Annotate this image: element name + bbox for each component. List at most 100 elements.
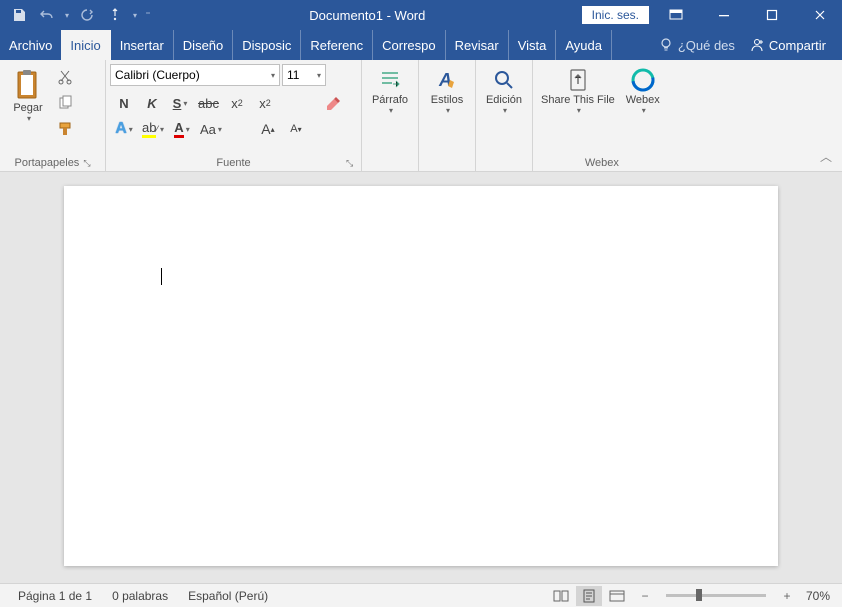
zoom-in-icon[interactable]: + (774, 586, 800, 606)
touch-dropdown-icon[interactable]: ▾ (130, 2, 140, 28)
chevron-down-icon: ▾ (642, 106, 646, 115)
tab-ayuda[interactable]: Ayuda (556, 30, 612, 60)
tab-referencias[interactable]: Referenc (301, 30, 373, 60)
editing-label: Edición (486, 94, 522, 106)
tab-disposicion[interactable]: Disposic (233, 30, 301, 60)
read-mode-icon[interactable] (548, 586, 574, 606)
chevron-down-icon: ▾ (389, 106, 393, 115)
tab-diseno[interactable]: Diseño (174, 30, 233, 60)
ribbon: Pegar ▾ Portapapeles ⤡ (0, 60, 842, 172)
copy-icon[interactable] (54, 92, 76, 114)
ribbon-display-icon[interactable] (654, 0, 698, 30)
italic-button[interactable]: K (138, 90, 166, 116)
chevron-down-icon: ▾ (27, 114, 31, 123)
clipboard-launcher-icon[interactable]: ⤡ (83, 158, 90, 169)
title-bar: ▾ ▾ ⁼ Documento1 - Word Inic. ses. (0, 0, 842, 30)
styles-button[interactable]: A Estilos ▾ (423, 64, 471, 117)
font-launcher-icon[interactable]: ⤡ (346, 158, 353, 169)
paste-label: Pegar (13, 102, 42, 114)
share-file-label: Share This File (541, 94, 615, 106)
tab-inicio[interactable]: Inicio (61, 30, 110, 60)
close-icon[interactable] (798, 0, 842, 30)
paragraph-button[interactable]: Párrafo ▾ (366, 64, 414, 117)
styles-icon: A (433, 66, 461, 94)
upload-file-icon (564, 66, 592, 94)
font-name-value: Calibri (Cuerpo) (115, 68, 200, 82)
chevron-down-icon: ▾ (317, 71, 321, 80)
text-effects-button[interactable]: A▾ (110, 116, 138, 142)
zoom-out-icon[interactable]: − (632, 586, 658, 606)
print-layout-icon[interactable] (576, 586, 602, 606)
redo-icon[interactable] (74, 2, 100, 28)
group-font: Calibri (Cuerpo) ▾ 11 ▾ N K S▾ abc x2 x2 (106, 60, 362, 171)
undo-icon[interactable] (34, 2, 60, 28)
language-status[interactable]: Español (Perú) (178, 589, 278, 603)
webex-button[interactable]: Webex ▾ (619, 64, 667, 117)
signin-button[interactable]: Inic. ses. (581, 5, 650, 25)
webex-icon (629, 66, 657, 94)
group-paragraph: Párrafo ▾ (362, 60, 419, 171)
document-area (0, 172, 842, 583)
tell-me-placeholder: ¿Qué des (678, 38, 735, 53)
quick-access-toolbar: ▾ ▾ ⁼ (0, 2, 154, 28)
document-page[interactable] (64, 186, 778, 566)
clipboard-label: Portapapeles ⤡ (4, 155, 101, 171)
font-size-value: 11 (287, 68, 299, 82)
page-status[interactable]: Página 1 de 1 (8, 589, 102, 603)
group-webex: Share This File ▾ Webex ▾ Webex (533, 60, 671, 171)
paste-button[interactable]: Pegar ▾ (4, 64, 52, 125)
word-count[interactable]: 0 palabras (102, 589, 178, 603)
tab-revisar[interactable]: Revisar (446, 30, 509, 60)
save-icon[interactable] (6, 2, 32, 28)
editing-button[interactable]: Edición ▾ (480, 64, 528, 117)
chevron-down-icon: ▾ (577, 106, 581, 115)
text-cursor (161, 268, 162, 285)
tell-me-search[interactable]: ¿Qué des (658, 37, 735, 53)
shrink-font-button[interactable]: A▾ (282, 116, 310, 142)
zoom-level[interactable]: 70% (802, 589, 834, 603)
webex-label: Webex (626, 94, 660, 106)
font-label: Fuente ⤡ (110, 155, 357, 171)
cut-icon[interactable] (54, 66, 76, 88)
chevron-down-icon: ▾ (446, 106, 450, 115)
grow-font-button[interactable]: A▴ (254, 116, 282, 142)
undo-dropdown-icon[interactable]: ▾ (62, 2, 72, 28)
subscript-button[interactable]: x2 (223, 90, 251, 116)
search-icon (490, 66, 518, 94)
paragraph-icon (376, 66, 404, 94)
web-layout-icon[interactable] (604, 586, 630, 606)
highlight-button[interactable]: ab⁄▾ (138, 116, 168, 142)
tab-insertar[interactable]: Insertar (111, 30, 174, 60)
collapse-ribbon-icon[interactable]: ︿ (820, 148, 832, 165)
zoom-thumb[interactable] (696, 589, 702, 601)
font-color-button[interactable]: A▾ (168, 116, 196, 142)
maximize-icon[interactable] (750, 0, 794, 30)
clipboard-icon (13, 68, 43, 102)
window-title: Documento1 - Word (154, 8, 581, 23)
font-name-select[interactable]: Calibri (Cuerpo) ▾ (110, 64, 280, 86)
qat-customize-icon[interactable]: ⁼ (142, 2, 154, 28)
bold-button[interactable]: N (110, 90, 138, 116)
tab-correspondencia[interactable]: Correspo (373, 30, 445, 60)
lightbulb-icon (658, 37, 674, 53)
strikethrough-button[interactable]: abc (194, 90, 223, 116)
zoom-slider[interactable] (666, 594, 766, 597)
touch-mode-icon[interactable] (102, 2, 128, 28)
share-button[interactable]: Compartir (741, 37, 834, 53)
group-styles: A Estilos ▾ (419, 60, 476, 171)
minimize-icon[interactable] (702, 0, 746, 30)
chevron-down-icon: ▾ (503, 106, 507, 115)
group-editing: Edición ▾ (476, 60, 533, 171)
format-painter-icon[interactable] (54, 118, 76, 140)
font-size-select[interactable]: 11 ▾ (282, 64, 326, 86)
underline-button[interactable]: S▾ (166, 90, 194, 116)
tab-vista[interactable]: Vista (509, 30, 557, 60)
group-clipboard: Pegar ▾ Portapapeles ⤡ (0, 60, 106, 171)
share-this-file-button[interactable]: Share This File ▾ (537, 64, 619, 117)
change-case-button[interactable]: Aa▾ (196, 116, 226, 142)
paragraph-label: Párrafo (372, 94, 408, 106)
share-label: Compartir (769, 38, 826, 53)
clear-formatting-icon[interactable] (319, 90, 347, 116)
superscript-button[interactable]: x2 (251, 90, 279, 116)
tab-file[interactable]: Archivo (0, 30, 61, 60)
